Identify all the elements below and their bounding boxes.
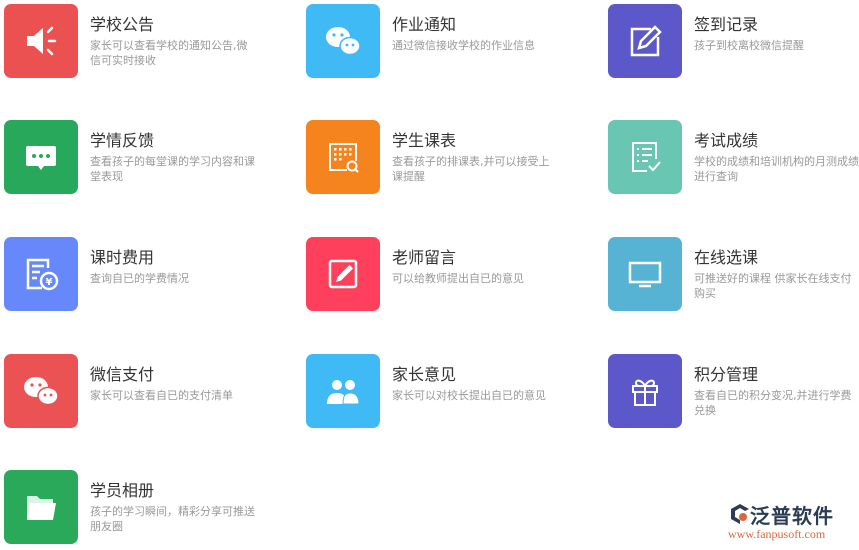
gift-icon bbox=[632, 379, 658, 406]
logo-mark-icon bbox=[731, 504, 749, 524]
edit-icon bbox=[630, 25, 662, 57]
wechat-icon bbox=[24, 377, 59, 406]
feature-icon-tile[interactable] bbox=[4, 120, 78, 194]
feature-card[interactable]: 微信支付 家长可以查看自已的支付清单 bbox=[4, 354, 294, 434]
feature-icon-tile[interactable] bbox=[4, 354, 78, 428]
feature-title[interactable]: 考试成绩 bbox=[694, 127, 758, 151]
feature-icon-tile[interactable]: ¥ bbox=[4, 237, 78, 311]
feature-description: 家长可以查看自已的支付清单 bbox=[90, 389, 233, 402]
svg-text:¥: ¥ bbox=[46, 277, 53, 288]
brand-logo: 泛普软件 www.fanpusoft.com bbox=[728, 500, 853, 545]
feature-title[interactable]: 老师留言 bbox=[392, 244, 456, 268]
feature-description: 查询自已的学费情况 bbox=[90, 272, 189, 285]
feature-title[interactable]: 学生课表 bbox=[392, 127, 456, 151]
feature-icon-tile[interactable] bbox=[306, 237, 380, 311]
feature-card[interactable]: 学生课表 查看孩子的排课表,并可以接受上课提醒 bbox=[306, 120, 596, 200]
feature-description: 孩子到校离校微信提醒 bbox=[694, 39, 804, 52]
feature-card[interactable]: 考试成绩 学校的成绩和培训机构的月测成绩进行查询 bbox=[608, 120, 859, 200]
pencil-square-icon bbox=[328, 259, 358, 289]
feature-title[interactable]: 学员相册 bbox=[90, 477, 154, 501]
feature-icon-tile[interactable] bbox=[306, 120, 380, 194]
feature-icon-tile[interactable] bbox=[306, 354, 380, 428]
feature-title[interactable]: 微信支付 bbox=[90, 361, 154, 385]
feature-title[interactable]: 在线选课 bbox=[694, 244, 758, 268]
feature-description: 可以给教师提出自已的意见 bbox=[392, 272, 524, 285]
feature-description: 孩子的学习瞬间，精彩分享可推送朋友圈 bbox=[90, 505, 255, 533]
feature-card[interactable]: 积分管理 查看自已的积分变况,并进行学费兑换 bbox=[608, 354, 859, 434]
users-icon bbox=[327, 380, 360, 405]
monitor-icon bbox=[628, 261, 662, 288]
megaphone-icon bbox=[27, 26, 57, 56]
feature-description: 可推送好的课程 供家长在线支付购买 bbox=[694, 272, 852, 300]
feature-title[interactable]: 学校公告 bbox=[90, 11, 154, 35]
feature-card[interactable]: 签到记录 孩子到校离校微信提醒 bbox=[608, 4, 859, 84]
feature-icon-tile[interactable] bbox=[608, 354, 682, 428]
feature-description: 家长可以对校长提出自已的意见 bbox=[392, 389, 546, 402]
feature-title[interactable]: 积分管理 bbox=[694, 361, 758, 385]
feature-description: 查看孩子的每堂课的学习内容和课堂表现 bbox=[90, 155, 255, 183]
logo-url: www.fanpusoft.com bbox=[728, 527, 826, 541]
feature-card[interactable]: 在线选课 可推送好的课程 供家长在线支付购买 bbox=[608, 237, 859, 317]
feature-description: 查看自已的积分变况,并进行学费兑换 bbox=[694, 389, 852, 417]
checklist-icon bbox=[632, 142, 661, 172]
feature-card[interactable]: 学情反馈 查看孩子的每堂课的学习内容和课堂表现 bbox=[4, 120, 294, 200]
logo-brand-text: 泛普软件 bbox=[750, 504, 834, 528]
feature-icon-tile[interactable] bbox=[608, 237, 682, 311]
feature-title[interactable]: 课时费用 bbox=[90, 244, 154, 268]
feature-title[interactable]: 签到记录 bbox=[694, 11, 758, 35]
feature-icon-tile[interactable] bbox=[608, 4, 682, 78]
feature-card[interactable]: ¥ 课时费用 查询自已的学费情况 bbox=[4, 237, 294, 317]
chat-bubble-icon bbox=[26, 146, 56, 170]
fee-icon: ¥ bbox=[26, 258, 59, 291]
feature-icon-tile[interactable] bbox=[306, 4, 380, 78]
feature-card[interactable]: 作业通知 通过微信接收学校的作业信息 bbox=[306, 4, 596, 84]
feature-description: 家长可以查看学校的通知公告,微信可实时接收 bbox=[90, 39, 248, 67]
folder-icon bbox=[27, 496, 56, 520]
feature-description: 查看孩子的排课表,并可以接受上课提醒 bbox=[392, 155, 550, 183]
feature-card[interactable]: 家长意见 家长可以对校长提出自已的意见 bbox=[306, 354, 596, 434]
feature-icon-tile[interactable] bbox=[4, 4, 78, 78]
feature-description: 通过微信接收学校的作业信息 bbox=[392, 39, 535, 52]
feature-description: 学校的成绩和培训机构的月测成绩进行查询 bbox=[694, 155, 859, 183]
feature-icon-tile[interactable] bbox=[4, 470, 78, 544]
feature-card[interactable]: 老师留言 可以给教师提出自已的意见 bbox=[306, 237, 596, 317]
wechat-icon bbox=[326, 27, 361, 56]
feature-title[interactable]: 家长意见 bbox=[392, 361, 456, 385]
feature-card[interactable]: 学员相册 孩子的学习瞬间，精彩分享可推送朋友圈 bbox=[4, 470, 294, 550]
schedule-search-icon bbox=[329, 143, 359, 173]
feature-card[interactable]: 学校公告 家长可以查看学校的通知公告,微信可实时接收 bbox=[4, 4, 294, 84]
feature-title[interactable]: 作业通知 bbox=[392, 11, 456, 35]
feature-title[interactable]: 学情反馈 bbox=[90, 127, 154, 151]
feature-icon-tile[interactable] bbox=[608, 120, 682, 194]
